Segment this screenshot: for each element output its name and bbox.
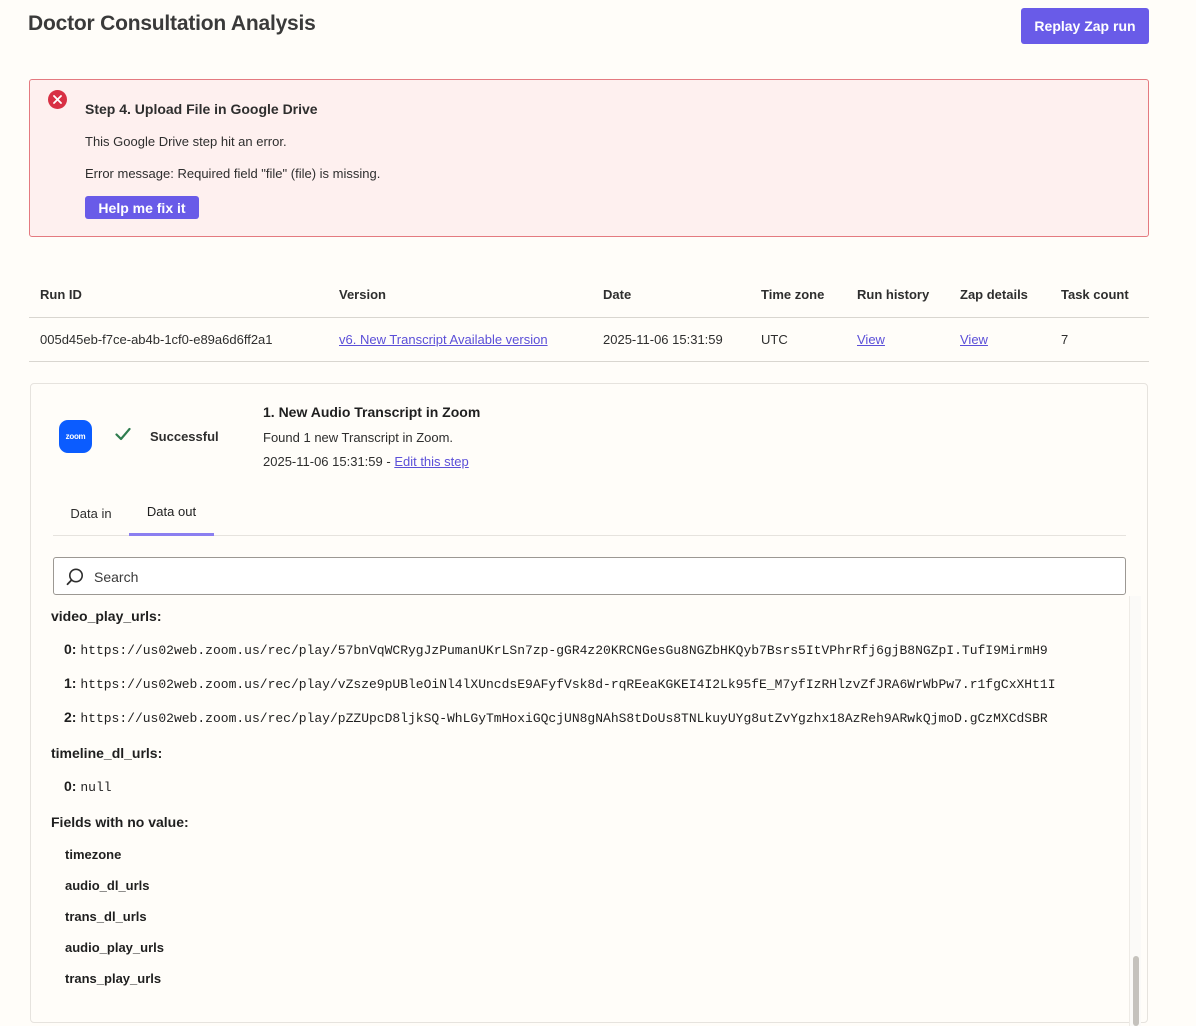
run-info-table: Run ID Version Date Time zone Run histor… bbox=[29, 272, 1149, 362]
check-icon bbox=[115, 427, 131, 441]
header-run-id: Run ID bbox=[40, 287, 82, 302]
table-header-row: Run ID Version Date Time zone Run histor… bbox=[29, 272, 1149, 318]
item-key: 0: bbox=[64, 778, 81, 794]
item-value: https://us02web.zoom.us/rec/play/pZZUpcD… bbox=[80, 711, 1048, 726]
timezone-value: UTC bbox=[761, 332, 788, 347]
data-out-panel: video_play_urls: 0: https://us02web.zoom… bbox=[31, 596, 1129, 1026]
date-value: 2025-11-06 15:31:59 bbox=[603, 332, 723, 347]
step-title: 1. New Audio Transcript in Zoom bbox=[263, 404, 481, 420]
edit-this-step-link[interactable]: Edit this step bbox=[394, 454, 468, 469]
tab-data-out[interactable]: Data out bbox=[129, 490, 214, 536]
header-run-history: Run history bbox=[857, 287, 930, 302]
item-key: 0: bbox=[64, 641, 81, 657]
zoom-logo-text: zoom bbox=[65, 432, 86, 441]
search-box bbox=[53, 557, 1126, 595]
error-banner: Step 4. Upload File in Google Drive This… bbox=[29, 79, 1149, 237]
no-value-field: timezone bbox=[65, 847, 122, 862]
run-history-view-link[interactable]: View bbox=[857, 332, 885, 347]
page-title: Doctor Consultation Analysis bbox=[28, 12, 316, 35]
help-me-fix-it-button[interactable]: Help me fix it bbox=[85, 196, 199, 219]
zoom-logo-icon: zoom bbox=[59, 420, 92, 453]
list-item: 0: null bbox=[64, 778, 1129, 796]
no-value-field: trans_play_urls bbox=[65, 971, 162, 986]
zap-details-view-link[interactable]: View bbox=[960, 332, 988, 347]
no-value-field: audio_play_urls bbox=[65, 940, 164, 955]
item-value: null bbox=[80, 780, 112, 795]
field-label-no-value: Fields with no value: bbox=[51, 814, 189, 830]
item-value: https://us02web.zoom.us/rec/play/vZsze9p… bbox=[80, 677, 1056, 692]
list-item: 2: https://us02web.zoom.us/rec/play/pZZU… bbox=[64, 709, 1129, 727]
scrollbar[interactable] bbox=[1129, 596, 1141, 1026]
search-icon bbox=[66, 568, 83, 586]
step-card: zoom Successful 1. New Audio Transcript … bbox=[30, 383, 1148, 1026]
no-value-field: audio_dl_urls bbox=[65, 878, 150, 893]
no-value-field: trans_dl_urls bbox=[65, 909, 147, 924]
data-tabs: Data in Data out bbox=[53, 490, 1126, 536]
replay-zap-run-button[interactable]: Replay Zap run bbox=[1021, 8, 1149, 44]
scrollbar-thumb[interactable] bbox=[1133, 956, 1139, 1026]
error-description: This Google Drive step hit an error. bbox=[85, 134, 287, 149]
list-item: 0: https://us02web.zoom.us/rec/play/57bn… bbox=[64, 641, 1129, 659]
version-link[interactable]: v6. New Transcript Available version bbox=[339, 332, 548, 347]
header-time-zone: Time zone bbox=[761, 287, 825, 302]
error-title: Step 4. Upload File in Google Drive bbox=[85, 101, 318, 117]
step-date-separator: - bbox=[382, 454, 395, 469]
field-label-timeline-dl-urls: timeline_dl_urls: bbox=[51, 745, 163, 761]
header-task-count: Task count bbox=[1061, 287, 1129, 302]
header-zap-details: Zap details bbox=[960, 287, 1028, 302]
list-item: 1: https://us02web.zoom.us/rec/play/vZsz… bbox=[64, 675, 1129, 693]
item-value: https://us02web.zoom.us/rec/play/57bnVqW… bbox=[80, 643, 1048, 658]
status-text: Successful bbox=[150, 429, 219, 444]
error-message: Error message: Required field "file" (fi… bbox=[85, 166, 381, 181]
error-x-icon bbox=[48, 90, 67, 109]
field-label-video-play-urls: video_play_urls: bbox=[51, 608, 162, 624]
run-id-value: 005d45eb-f7ce-ab4b-1cf0-e89a6d6ff2a1 bbox=[40, 332, 273, 347]
item-key: 2: bbox=[64, 709, 81, 725]
step-description: Found 1 new Transcript in Zoom. bbox=[263, 430, 454, 445]
step-date: 2025-11-06 15:31:59 bbox=[263, 454, 383, 469]
step-date-line: 2025-11-06 15:31:59 - Edit this step bbox=[263, 454, 469, 469]
header-date: Date bbox=[603, 287, 632, 302]
table-row: 005d45eb-f7ce-ab4b-1cf0-e89a6d6ff2a1 v6.… bbox=[29, 318, 1149, 362]
search-input[interactable] bbox=[92, 566, 1092, 588]
task-count-value: 7 bbox=[1061, 332, 1069, 347]
item-key: 1: bbox=[64, 675, 81, 691]
tab-data-in[interactable]: Data in bbox=[53, 490, 129, 536]
header-version: Version bbox=[339, 287, 386, 302]
